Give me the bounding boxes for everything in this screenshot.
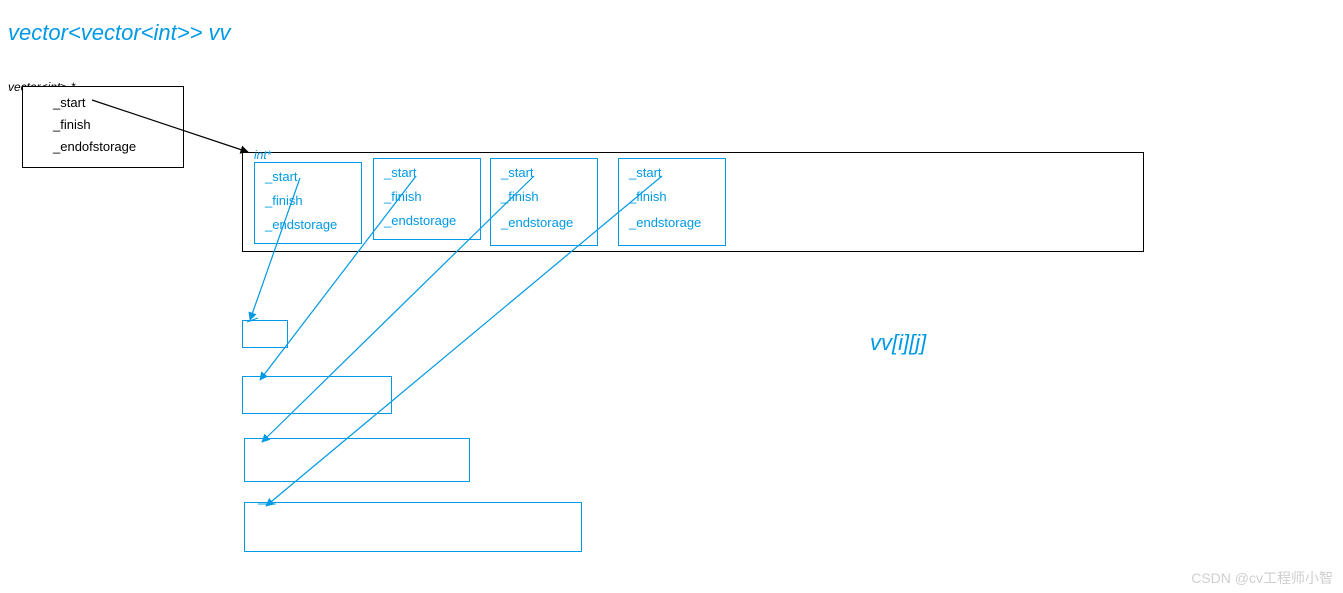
inner-2-start: _start: [501, 165, 534, 180]
outer-field-endofstorage: _endofstorage: [53, 139, 136, 154]
diagram-title: vector<vector<int>> vv: [8, 20, 231, 46]
outer-field-finish: _finish: [53, 117, 91, 132]
data-block-1: [242, 376, 392, 414]
inner-3-finish: _finish: [629, 189, 667, 204]
data-block-0: [242, 320, 288, 348]
inner-2-finish: _finish: [501, 189, 539, 204]
inner-3-endstorage: _endstorage: [629, 215, 701, 230]
inner-1-start: _start: [384, 165, 417, 180]
arrows-layer: [0, 0, 1343, 593]
data-block-3: [244, 502, 582, 552]
inner-box-3: _start _finish _endstorage: [618, 158, 726, 246]
inner-type-label: int*: [254, 148, 271, 162]
inner-0-start: _start: [265, 169, 298, 184]
inner-box-2: _start _finish _endstorage: [490, 158, 598, 246]
inner-box-1: _start _finish _endstorage: [373, 158, 481, 240]
inner-3-start: _start: [629, 165, 662, 180]
inner-0-endstorage: _endstorage: [265, 217, 337, 232]
data-block-2: [244, 438, 470, 482]
watermark: CSDN @cv工程师小智: [1191, 568, 1333, 588]
inner-1-finish: _finish: [384, 189, 422, 204]
inner-1-endstorage: _endstorage: [384, 213, 456, 228]
outer-field-start: _start: [53, 95, 86, 110]
outer-vector-box: _start _finish _endofstorage: [22, 86, 184, 168]
inner-box-0: _start _finish _endstorage: [254, 162, 362, 244]
access-expression: vv[i][j]: [870, 330, 926, 356]
inner-2-endstorage: _endstorage: [501, 215, 573, 230]
inner-0-finish: _finish: [265, 193, 303, 208]
